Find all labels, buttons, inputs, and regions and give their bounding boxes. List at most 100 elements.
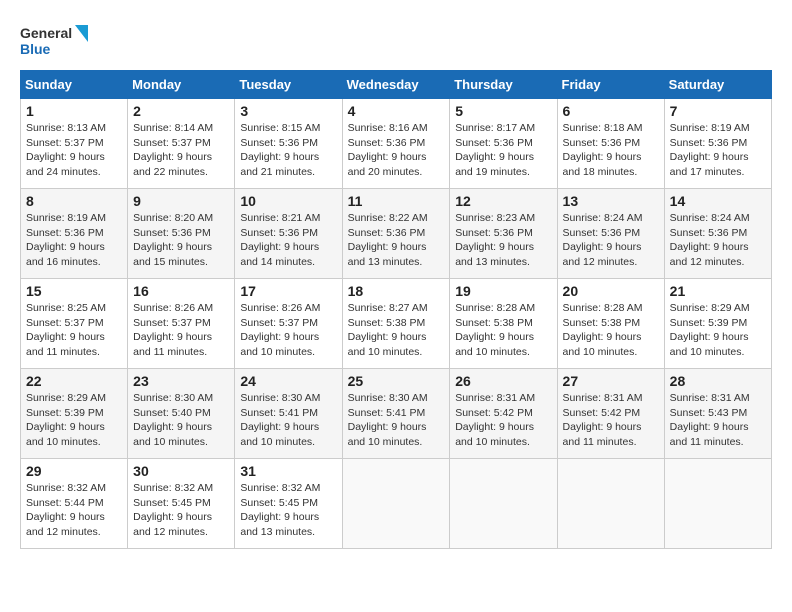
- weekday-header-cell: Sunday: [21, 71, 128, 99]
- day-info: Sunrise: 8:32 AMSunset: 5:44 PMDaylight:…: [26, 481, 122, 540]
- day-info: Sunrise: 8:19 AMSunset: 5:36 PMDaylight:…: [26, 211, 122, 270]
- day-info: Sunrise: 8:22 AMSunset: 5:36 PMDaylight:…: [348, 211, 445, 270]
- day-number: 12: [455, 193, 551, 209]
- calendar-day-cell: 17 Sunrise: 8:26 AMSunset: 5:37 PMDayligh…: [235, 279, 342, 369]
- day-info: Sunrise: 8:26 AMSunset: 5:37 PMDaylight:…: [133, 301, 229, 360]
- day-number: 14: [670, 193, 766, 209]
- calendar-day-cell: 2 Sunrise: 8:14 AMSunset: 5:37 PMDaylight…: [128, 99, 235, 189]
- day-number: 7: [670, 103, 766, 119]
- calendar-day-cell: 28Sunrise: 8:31 AMSunset: 5:43 PMDayligh…: [664, 369, 771, 459]
- day-info: Sunrise: 8:27 AMSunset: 5:38 PMDaylight:…: [348, 301, 445, 360]
- day-number: 31: [240, 463, 336, 479]
- day-number: 25: [348, 373, 445, 389]
- day-info: Sunrise: 8:32 AMSunset: 5:45 PMDaylight:…: [240, 481, 336, 540]
- day-info: Sunrise: 8:29 AMSunset: 5:39 PMDaylight:…: [670, 301, 766, 360]
- calendar-day-cell: 8 Sunrise: 8:19 AMSunset: 5:36 PMDaylight…: [21, 189, 128, 279]
- calendar-day-cell: 31 Sunrise: 8:32 AMSunset: 5:45 PMDayligh…: [235, 459, 342, 549]
- day-info: Sunrise: 8:30 AMSunset: 5:40 PMDaylight:…: [133, 391, 229, 450]
- day-number: 13: [563, 193, 659, 209]
- svg-text:Blue: Blue: [20, 41, 51, 57]
- day-number: 21: [670, 283, 766, 299]
- calendar-day-cell: 14 Sunrise: 8:24 AMSunset: 5:36 PMDayligh…: [664, 189, 771, 279]
- day-info: Sunrise: 8:28 AMSunset: 5:38 PMDaylight:…: [455, 301, 551, 360]
- weekday-header-cell: Tuesday: [235, 71, 342, 99]
- day-number: 27: [563, 373, 659, 389]
- calendar-day-cell: [342, 459, 450, 549]
- day-number: 23: [133, 373, 229, 389]
- day-number: 29: [26, 463, 122, 479]
- calendar-day-cell: 19 Sunrise: 8:28 AMSunset: 5:38 PMDayligh…: [450, 279, 557, 369]
- calendar-day-cell: 20 Sunrise: 8:28 AMSunset: 5:38 PMDayligh…: [557, 279, 664, 369]
- day-info: Sunrise: 8:23 AMSunset: 5:36 PMDaylight:…: [455, 211, 551, 270]
- day-info: Sunrise: 8:14 AMSunset: 5:37 PMDaylight:…: [133, 121, 229, 180]
- calendar-week-row: 15Sunrise: 8:25 AMSunset: 5:37 PMDayligh…: [21, 279, 772, 369]
- svg-text:General: General: [20, 25, 72, 41]
- day-number: 8: [26, 193, 122, 209]
- calendar-day-cell: 1 Sunrise: 8:13 AMSunset: 5:37 PMDaylight…: [21, 99, 128, 189]
- calendar-day-cell: 27 Sunrise: 8:31 AMSunset: 5:42 PMDayligh…: [557, 369, 664, 459]
- calendar-day-cell: 21 Sunrise: 8:29 AMSunset: 5:39 PMDayligh…: [664, 279, 771, 369]
- calendar-day-cell: 13 Sunrise: 8:24 AMSunset: 5:36 PMDayligh…: [557, 189, 664, 279]
- day-info: Sunrise: 8:16 AMSunset: 5:36 PMDaylight:…: [348, 121, 445, 180]
- calendar-day-cell: 24Sunrise: 8:30 AMSunset: 5:41 PMDayligh…: [235, 369, 342, 459]
- day-number: 4: [348, 103, 445, 119]
- day-number: 20: [563, 283, 659, 299]
- day-number: 10: [240, 193, 336, 209]
- day-number: 3: [240, 103, 336, 119]
- day-info: Sunrise: 8:18 AMSunset: 5:36 PMDaylight:…: [563, 121, 659, 180]
- day-info: Sunrise: 8:19 AMSunset: 5:36 PMDaylight:…: [670, 121, 766, 180]
- calendar-day-cell: [557, 459, 664, 549]
- calendar-day-cell: 12 Sunrise: 8:23 AMSunset: 5:36 PMDayligh…: [450, 189, 557, 279]
- day-number: 5: [455, 103, 551, 119]
- calendar-day-cell: 7 Sunrise: 8:19 AMSunset: 5:36 PMDaylight…: [664, 99, 771, 189]
- weekday-header-cell: Thursday: [450, 71, 557, 99]
- day-number: 19: [455, 283, 551, 299]
- calendar-day-cell: 16 Sunrise: 8:26 AMSunset: 5:37 PMDayligh…: [128, 279, 235, 369]
- day-info: Sunrise: 8:32 AMSunset: 5:45 PMDaylight:…: [133, 481, 229, 540]
- day-number: 28: [670, 373, 766, 389]
- calendar-day-cell: 29 Sunrise: 8:32 AMSunset: 5:44 PMDayligh…: [21, 459, 128, 549]
- day-info: Sunrise: 8:28 AMSunset: 5:38 PMDaylight:…: [563, 301, 659, 360]
- day-info: Sunrise: 8:29 AMSunset: 5:39 PMDaylight:…: [26, 391, 122, 450]
- day-info: Sunrise: 8:30 AMSunset: 5:41 PMDaylight:…: [240, 391, 336, 450]
- calendar-week-row: 29 Sunrise: 8:32 AMSunset: 5:44 PMDayligh…: [21, 459, 772, 549]
- day-info: Sunrise: 8:21 AMSunset: 5:36 PMDaylight:…: [240, 211, 336, 270]
- day-info: Sunrise: 8:26 AMSunset: 5:37 PMDaylight:…: [240, 301, 336, 360]
- day-info: Sunrise: 8:15 AMSunset: 5:36 PMDaylight:…: [240, 121, 336, 180]
- day-info: Sunrise: 8:31 AMSunset: 5:42 PMDaylight:…: [563, 391, 659, 450]
- day-number: 16: [133, 283, 229, 299]
- day-info: Sunrise: 8:24 AMSunset: 5:36 PMDaylight:…: [670, 211, 766, 270]
- calendar-day-cell: 11 Sunrise: 8:22 AMSunset: 5:36 PMDayligh…: [342, 189, 450, 279]
- day-number: 1: [26, 103, 122, 119]
- day-info: Sunrise: 8:20 AMSunset: 5:36 PMDaylight:…: [133, 211, 229, 270]
- day-number: 17: [240, 283, 336, 299]
- calendar-day-cell: 30 Sunrise: 8:32 AMSunset: 5:45 PMDayligh…: [128, 459, 235, 549]
- calendar-day-cell: 18 Sunrise: 8:27 AMSunset: 5:38 PMDayligh…: [342, 279, 450, 369]
- calendar-day-cell: 26Sunrise: 8:31 AMSunset: 5:42 PMDayligh…: [450, 369, 557, 459]
- day-info: Sunrise: 8:13 AMSunset: 5:37 PMDaylight:…: [26, 121, 122, 180]
- day-number: 11: [348, 193, 445, 209]
- weekday-header-cell: Saturday: [664, 71, 771, 99]
- calendar-day-cell: 4 Sunrise: 8:16 AMSunset: 5:36 PMDaylight…: [342, 99, 450, 189]
- weekday-header-cell: Wednesday: [342, 71, 450, 99]
- weekday-header-cell: Friday: [557, 71, 664, 99]
- day-number: 22: [26, 373, 122, 389]
- general-blue-logo: GeneralBlue: [20, 20, 90, 60]
- calendar-week-row: 1 Sunrise: 8:13 AMSunset: 5:37 PMDaylight…: [21, 99, 772, 189]
- day-number: 26: [455, 373, 551, 389]
- day-number: 18: [348, 283, 445, 299]
- calendar-day-cell: 23 Sunrise: 8:30 AMSunset: 5:40 PMDayligh…: [128, 369, 235, 459]
- day-number: 15: [26, 283, 122, 299]
- day-number: 2: [133, 103, 229, 119]
- calendar-day-cell: 6Sunrise: 8:18 AMSunset: 5:36 PMDaylight…: [557, 99, 664, 189]
- page-header: GeneralBlue: [20, 20, 772, 60]
- calendar-body: 1 Sunrise: 8:13 AMSunset: 5:37 PMDaylight…: [21, 99, 772, 549]
- day-number: 30: [133, 463, 229, 479]
- day-info: Sunrise: 8:24 AMSunset: 5:36 PMDaylight:…: [563, 211, 659, 270]
- logo: GeneralBlue: [20, 20, 90, 60]
- day-info: Sunrise: 8:30 AMSunset: 5:41 PMDaylight:…: [348, 391, 445, 450]
- weekday-header-cell: Monday: [128, 71, 235, 99]
- day-number: 9: [133, 193, 229, 209]
- calendar-week-row: 22 Sunrise: 8:29 AMSunset: 5:39 PMDayligh…: [21, 369, 772, 459]
- calendar-day-cell: 15Sunrise: 8:25 AMSunset: 5:37 PMDayligh…: [21, 279, 128, 369]
